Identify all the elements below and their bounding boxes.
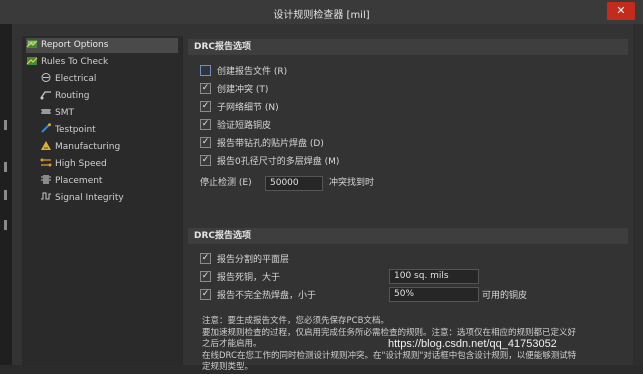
watermark-text: https://blog.csdn.net/qq_41753052 — [388, 338, 557, 350]
tree-item-signal-integrity[interactable]: Signal Integrity — [40, 191, 124, 206]
smt-icon — [40, 106, 52, 117]
section-header-plane: DRC报告选项 — [188, 228, 628, 244]
drc-dialog: Report Options Rules To Check Electrical… — [12, 24, 643, 372]
option-report-drilled-smt-pads[interactable]: ✓ 报告带钻孔的贴片焊盘 (D) — [200, 137, 324, 151]
strip-marker — [4, 190, 7, 200]
verify-short-copper-checkbox[interactable]: ✓ — [200, 119, 211, 130]
tree-item-smt[interactable]: SMT — [40, 106, 74, 121]
tree-item-report-options[interactable]: Report Options — [26, 38, 178, 53]
subnet-details-checkbox[interactable]: ✓ — [200, 101, 211, 112]
option-report-zero-hole-pads[interactable]: ✓ 报告0孔径尺寸的多层焊盘 (M) — [200, 155, 339, 169]
stop-count-input[interactable]: 50000 — [265, 176, 323, 191]
manufacturing-icon — [40, 140, 52, 151]
testpoint-icon — [40, 123, 52, 134]
stop-suffix-label: 冲突找到时 — [329, 178, 375, 188]
title-bar: 设计规则检查器 [mil] ✕ — [0, 0, 643, 25]
stop-when-label: 停止检测 (E) — [200, 178, 252, 188]
high-speed-icon — [40, 157, 52, 168]
thermal-suffix-label: 可用的铜皮 — [482, 291, 528, 301]
report-options-icon — [26, 38, 38, 49]
tree-item-routing[interactable]: Routing — [40, 89, 90, 104]
options-panel: DRC报告选项 创建报告文件 (R) ✓ 创建冲突 (T) ✓ 子网络细节 (N) … — [188, 36, 628, 372]
create-report-checkbox[interactable] — [200, 65, 211, 76]
option-subnet-details[interactable]: ✓ 子网络细节 (N) — [200, 101, 279, 115]
tree-item-electrical[interactable]: Electrical — [40, 72, 96, 87]
right-edge-strip — [633, 24, 643, 365]
strip-marker — [4, 162, 7, 172]
report-zero-hole-checkbox[interactable]: ✓ — [200, 155, 211, 166]
tree-item-placement[interactable]: Placement — [40, 174, 102, 189]
strip-marker — [4, 220, 7, 230]
section-header-report: DRC报告选项 — [188, 39, 628, 55]
dead-copper-input[interactable]: 100 sq. mils — [389, 269, 479, 284]
tree-item-testpoint[interactable]: Testpoint — [40, 123, 96, 138]
split-planes-checkbox[interactable]: ✓ — [200, 253, 211, 264]
option-report-split-planes[interactable]: ✓ 报告分割的平面层 — [200, 253, 289, 267]
create-violations-checkbox[interactable]: ✓ — [200, 83, 211, 94]
strip-marker — [4, 120, 7, 130]
signal-integrity-icon — [40, 191, 52, 202]
close-button[interactable]: ✕ — [607, 2, 635, 20]
report-drilled-smt-checkbox[interactable]: ✓ — [200, 137, 211, 148]
thermal-percent-input[interactable]: 50% — [389, 287, 479, 302]
rule-tree: Report Options Rules To Check Electrical… — [22, 36, 183, 365]
routing-icon — [40, 89, 52, 100]
electrical-icon — [40, 72, 52, 83]
tree-item-manufacturing[interactable]: Manufacturing — [40, 140, 120, 155]
placement-icon — [40, 174, 52, 185]
option-report-dead-copper[interactable]: ✓ 报告死铜，大于 — [200, 271, 280, 285]
rules-icon — [26, 55, 38, 66]
close-icon: ✕ — [616, 4, 626, 17]
dead-copper-checkbox[interactable]: ✓ — [200, 271, 211, 282]
window-title: 设计规则检查器 [mil] — [273, 10, 370, 21]
left-app-strip — [0, 24, 12, 365]
option-report-incomplete-thermal[interactable]: ✓ 报告不完全热焊盘，小于 — [200, 289, 316, 303]
option-create-violations[interactable]: ✓ 创建冲突 (T) — [200, 83, 268, 97]
option-verify-short-copper[interactable]: ✓ 验证短路铜皮 — [200, 119, 271, 133]
option-create-report-file[interactable]: 创建报告文件 (R) — [200, 65, 287, 79]
tree-item-high-speed[interactable]: High Speed — [40, 157, 107, 172]
tree-item-rules-to-check[interactable]: Rules To Check — [26, 55, 108, 70]
incomplete-thermal-checkbox[interactable]: ✓ — [200, 289, 211, 300]
